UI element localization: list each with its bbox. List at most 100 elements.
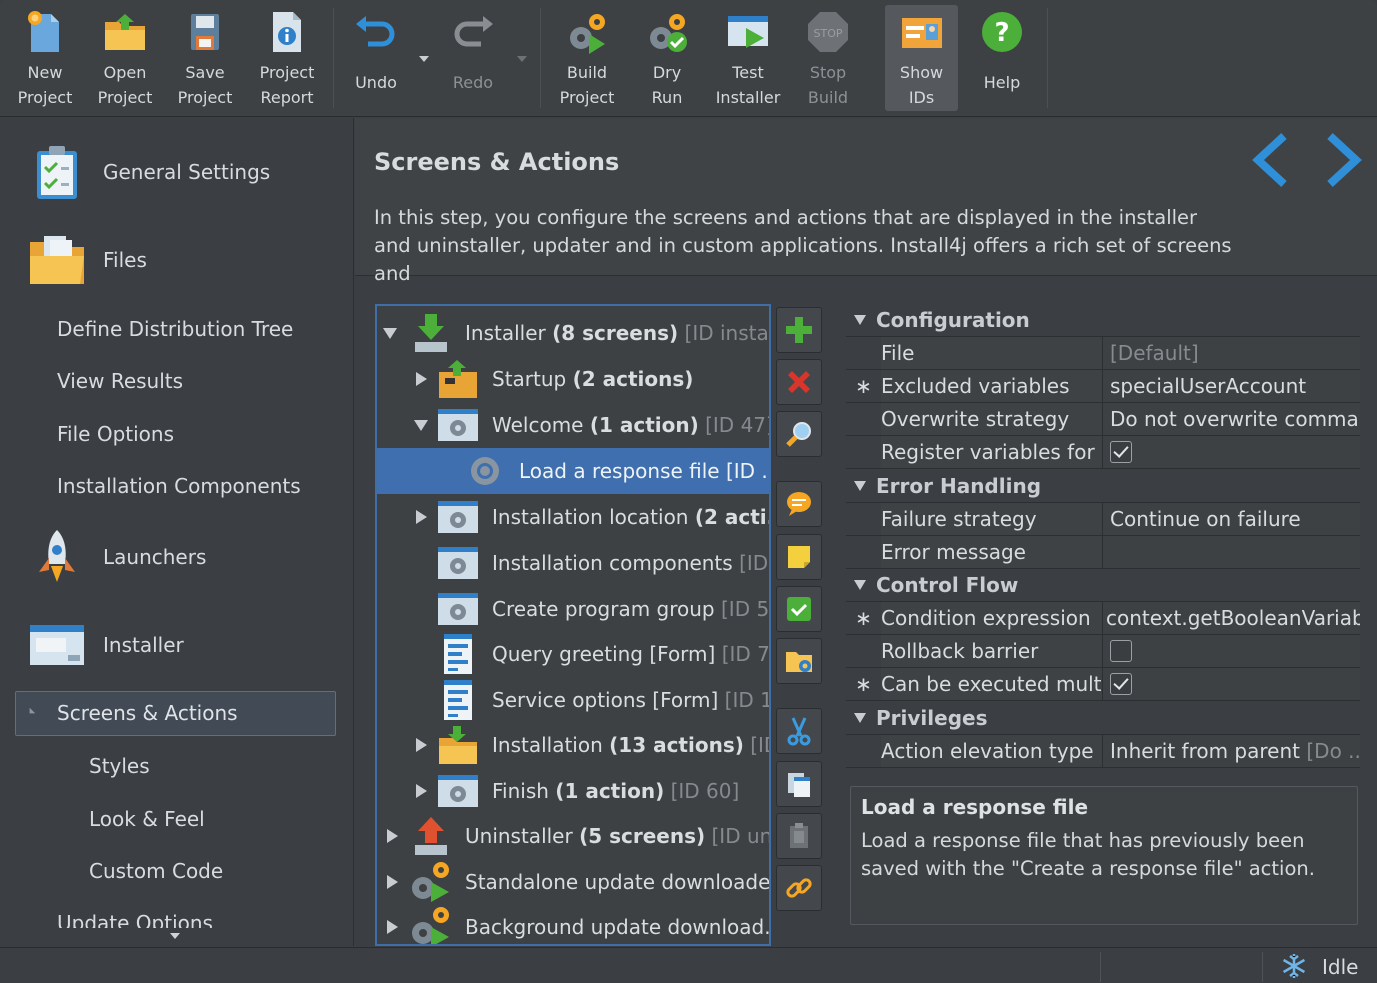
expand-arrow-icon[interactable] xyxy=(385,875,399,889)
sidebar-item-view-results[interactable]: View Results xyxy=(57,366,183,396)
sidebar-item-custom-code[interactable]: Custom Code xyxy=(89,856,223,886)
comment-button[interactable] xyxy=(776,481,822,527)
show-ids-button[interactable]: Show IDs xyxy=(885,5,958,111)
redo-dropdown-arrow[interactable] xyxy=(517,56,527,62)
search-button[interactable] xyxy=(776,411,822,457)
register-variables-checkbox[interactable] xyxy=(1110,441,1132,463)
sidebar-item-launchers[interactable]: Launchers xyxy=(0,517,352,597)
tree-row-background-update-downloader[interactable]: Background update download... xyxy=(377,904,769,944)
open-project-button[interactable]: Open Project xyxy=(88,0,162,112)
tree-row-finish[interactable]: Finish (1 action) [ID 60] xyxy=(377,768,769,814)
property-value[interactable]: context.getBooleanVariable xyxy=(1103,602,1360,634)
property-row-condition-expression[interactable]: ∗ Condition expression context.getBooleanV… xyxy=(846,602,1360,635)
property-row-action-elevation-type[interactable]: Action elevation type Inherit from parent… xyxy=(846,735,1360,768)
link-button[interactable] xyxy=(776,865,822,911)
property-row-overwrite-strategy[interactable]: Overwrite strategy Do not overwrite comma… xyxy=(846,403,1360,436)
modified-asterisk-icon: ∗ xyxy=(855,672,872,696)
redo-button[interactable]: Redo xyxy=(436,0,510,112)
note-button[interactable] xyxy=(776,534,822,580)
property-row-register-variables[interactable]: Register variables for ... xyxy=(846,436,1360,469)
property-value[interactable]: specialUserAccount xyxy=(1103,370,1360,402)
tree-row-installation[interactable]: Installation (13 actions) [ID... xyxy=(377,722,769,768)
help-button[interactable]: ? Help xyxy=(966,0,1038,112)
stop-build-button[interactable]: STOP Stop Build xyxy=(791,0,865,112)
property-row-can-be-executed-multiple[interactable]: ∗ Can be executed mult... xyxy=(846,668,1360,701)
sidebar-item-file-options[interactable]: File Options xyxy=(57,419,174,449)
expand-arrow-icon[interactable] xyxy=(414,738,428,752)
paste-button[interactable] xyxy=(776,813,822,859)
tree-label: Installation components xyxy=(492,551,733,575)
redo-arrow-icon xyxy=(451,10,495,54)
folder-search-button[interactable] xyxy=(776,638,822,684)
tree-row-installation-components[interactable]: Installation components [ID... xyxy=(377,540,769,586)
previous-step-button[interactable] xyxy=(1248,132,1298,188)
test-installer-button[interactable]: Test Installer xyxy=(711,0,785,112)
section-control-flow[interactable]: Control Flow xyxy=(846,569,1360,602)
tree-row-startup[interactable]: Startup (2 actions) xyxy=(377,356,769,402)
property-value[interactable]: [Default] xyxy=(1103,337,1360,369)
tree-row-query-greeting[interactable]: Query greeting [Form] [ID 73] xyxy=(377,631,769,677)
build-project-button[interactable]: Build Project xyxy=(550,0,624,112)
section-configuration[interactable]: Configuration xyxy=(846,304,1360,337)
property-value[interactable]: Continue on failure xyxy=(1103,503,1360,535)
sidebar-item-installer[interactable]: Installer xyxy=(0,605,352,685)
tree-row-installation-location[interactable]: Installation location (2 acti... xyxy=(377,494,769,540)
property-row-error-message[interactable]: Error message xyxy=(846,536,1360,569)
project-report-button[interactable]: Project Report xyxy=(250,0,324,112)
section-error-handling[interactable]: Error Handling xyxy=(846,470,1360,503)
property-row-rollback-barrier[interactable]: Rollback barrier xyxy=(846,635,1360,668)
tree-row-uninstaller[interactable]: Uninstaller (5 screens) [ID uni... xyxy=(377,813,769,859)
expand-arrow-icon[interactable] xyxy=(414,510,428,524)
expand-arrow-icon[interactable] xyxy=(385,829,399,843)
tree-row-standalone-update-downloader[interactable]: Standalone update downloade... xyxy=(377,859,769,905)
tree-row-load-response-file[interactable]: Load a response file [ID ... xyxy=(377,448,769,494)
property-row-failure-strategy[interactable]: Failure strategy Continue on failure xyxy=(846,503,1360,536)
undo-dropdown-arrow[interactable] xyxy=(419,56,429,62)
undo-button[interactable]: Undo xyxy=(340,0,412,112)
sidebar-item-look-feel[interactable]: Look & Feel xyxy=(89,804,205,834)
delete-button[interactable] xyxy=(776,359,822,405)
tree-id: [ID 1... xyxy=(724,688,769,712)
tree-row-create-program-group[interactable]: Create program group [ID 5... xyxy=(377,586,769,632)
collapse-arrow-icon[interactable] xyxy=(383,326,397,340)
expand-arrow-icon[interactable] xyxy=(414,784,428,798)
sidebar-item-installation-components[interactable]: Installation Components xyxy=(57,471,301,501)
dry-run-button[interactable]: Dry Run xyxy=(630,0,704,112)
collapse-arrow-icon[interactable] xyxy=(854,481,866,491)
collapse-arrow-icon[interactable] xyxy=(854,713,866,723)
expand-arrow-icon[interactable] xyxy=(414,372,428,386)
screen-gear-icon xyxy=(436,587,480,631)
cut-button[interactable] xyxy=(776,708,822,754)
sidebar-item-files[interactable]: Files xyxy=(0,220,352,300)
show-ids-label-2: IDs xyxy=(908,88,935,107)
scroll-down-chevron-icon[interactable] xyxy=(170,933,180,939)
collapse-arrow-icon[interactable] xyxy=(854,580,866,590)
new-project-button[interactable]: New Project xyxy=(8,0,82,112)
property-value[interactable]: Inherit from parent [Do ... xyxy=(1103,735,1360,767)
collapse-arrow-icon[interactable] xyxy=(854,315,866,325)
screens-actions-tree[interactable]: Installer (8 screens) [ID install... Sta… xyxy=(375,304,771,946)
tree-row-welcome[interactable]: Welcome (1 action) [ID 47] xyxy=(377,402,769,448)
executed-multiple-checkbox[interactable] xyxy=(1110,673,1132,695)
sidebar-item-styles[interactable]: Styles xyxy=(89,751,150,781)
property-value[interactable]: Do not overwrite comma... xyxy=(1103,403,1360,435)
property-value[interactable] xyxy=(1103,536,1360,568)
tree-row-service-options[interactable]: Service options [Form] [ID 1... xyxy=(377,677,769,723)
copy-button[interactable] xyxy=(776,761,822,807)
sidebar-item-update-options[interactable]: Update Options xyxy=(57,908,213,928)
expand-arrow-icon[interactable] xyxy=(385,920,399,934)
toolbar: New Project Open Project Save Project Pr… xyxy=(0,0,1377,117)
rollback-barrier-checkbox[interactable] xyxy=(1110,640,1132,662)
property-row-excluded-variables[interactable]: ∗ Excluded variables specialUserAccount xyxy=(846,370,1360,403)
check-button[interactable] xyxy=(776,586,822,632)
tree-row-installer[interactable]: Installer (8 screens) [ID install... xyxy=(377,310,769,356)
next-step-button[interactable] xyxy=(1318,132,1368,188)
sidebar-item-general-settings[interactable]: General Settings xyxy=(0,132,352,212)
add-button[interactable] xyxy=(776,307,822,353)
section-privileges[interactable]: Privileges xyxy=(846,702,1360,735)
property-row-file[interactable]: File [Default] xyxy=(846,337,1360,370)
sidebar-item-define-distribution-tree[interactable]: Define Distribution Tree xyxy=(57,314,293,344)
save-project-button[interactable]: Save Project xyxy=(168,0,242,112)
sidebar-item-screens-actions[interactable]: Screens & Actions xyxy=(15,691,336,736)
collapse-arrow-icon[interactable] xyxy=(414,418,428,432)
